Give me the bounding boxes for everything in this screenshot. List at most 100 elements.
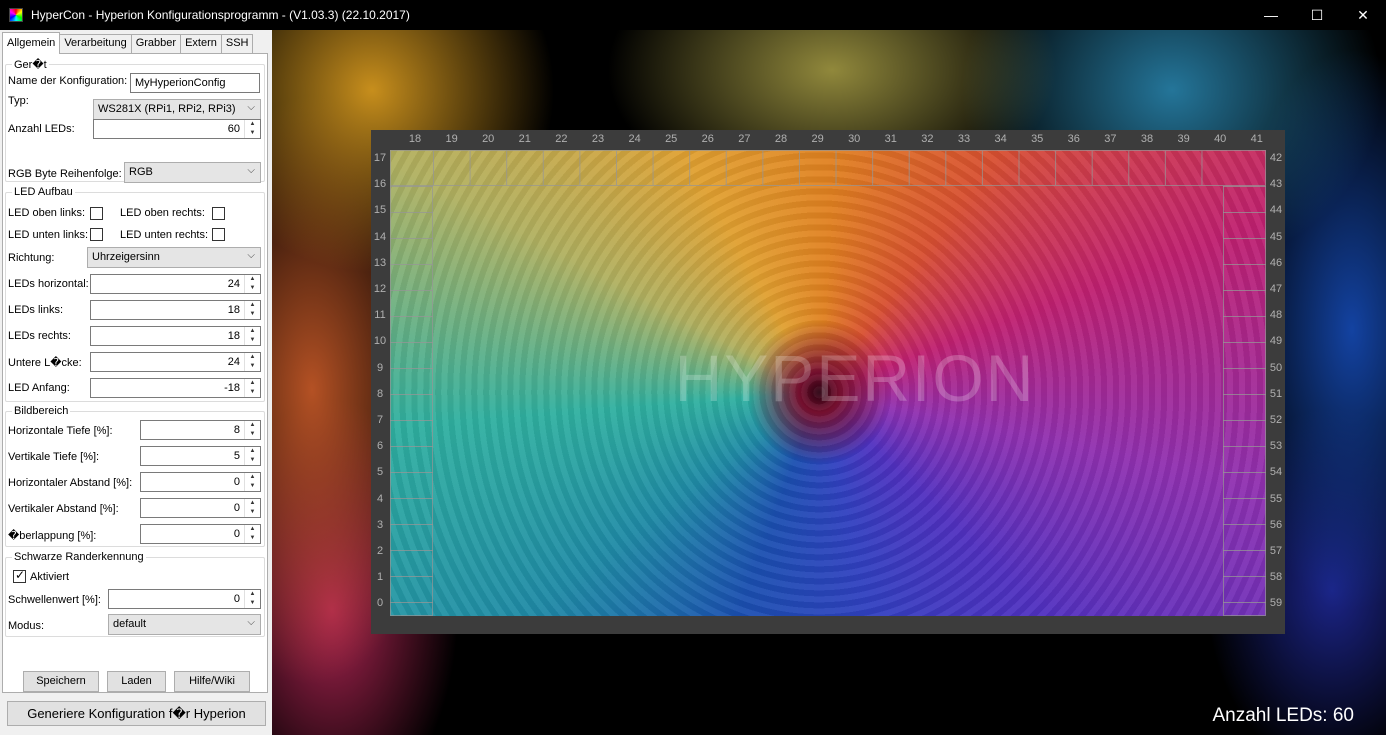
type-select[interactable]: WS281X (RPi1, RPi2, RPi3) ⌵ [93,99,261,120]
h-gap-label: Horizontaler Abstand [%]: [8,477,133,489]
led-index-label: 51 [1269,387,1283,400]
tab-extern[interactable]: Extern [180,34,222,53]
spin-down-icon[interactable]: ▼ [245,310,260,319]
led-grid-left [390,186,433,616]
led-index-label: 28 [774,133,788,145]
spin-up-icon[interactable]: ▲ [245,590,260,599]
h-gap-spinner[interactable]: 0 ▲ ▼ [140,472,261,492]
led-index-label: 32 [921,133,934,145]
h-depth-value: 8 [233,424,240,436]
spin-up-icon[interactable]: ▲ [245,327,260,336]
h-gap-value: 0 [233,476,240,488]
close-button[interactable]: ✕ [1340,0,1386,30]
led-index-label: 0 [376,597,384,610]
led-index-label: 17 [373,152,387,164]
help-wiki-button[interactable]: Hilfe/Wiki [174,671,250,692]
spin-up-icon[interactable]: ▲ [245,301,260,310]
leds-left-spinner[interactable]: 18 ▲ ▼ [90,300,261,320]
spin-down-icon[interactable]: ▼ [245,430,260,439]
generate-config-button[interactable]: Generiere Konfiguration f�r Hyperion [7,701,266,726]
spin-down-icon[interactable]: ▼ [245,599,260,608]
led-count-spinner[interactable]: 60 ▲ ▼ [93,119,261,139]
mode-value: default [113,618,147,630]
spin-down-icon[interactable]: ▼ [245,284,260,293]
led-index-label: 6 [376,440,384,453]
led-index-label: 29 [811,133,824,145]
spin-up-icon[interactable]: ▲ [245,120,260,129]
led-index-label: 2 [376,545,384,557]
spin-up-icon[interactable]: ▲ [245,421,260,430]
bottom-right-checkbox[interactable] [212,228,225,241]
bottom-left-label: LED unten links: [8,229,89,241]
led-index-label: 47 [1269,283,1283,295]
config-name-input[interactable]: MyHyperionConfig [130,73,260,93]
save-button[interactable]: Speichern [23,671,99,692]
led-index-label: 14 [373,230,387,243]
spin-up-icon[interactable]: ▲ [245,447,260,456]
tab-grabber[interactable]: Grabber [130,34,182,53]
leds-horizontal-value: 24 [227,278,240,290]
leds-right-spinner[interactable]: 18 ▲ ▼ [90,326,261,346]
bottom-gap-label: Untere L�cke: [8,357,82,369]
rgb-order-select[interactable]: RGB ⌵ [124,162,261,183]
tab-pane-allgemein: Ger�t Name der Konfiguration: MyHyperion… [2,53,268,693]
maximize-button[interactable]: ☐ [1294,0,1340,30]
led-index-label: 23 [591,133,605,145]
bottom-gap-spinner[interactable]: 24 ▲ ▼ [90,352,261,372]
mode-select[interactable]: default ⌵ [108,614,261,635]
led-index-label: 37 [1104,133,1117,145]
led-grid-right [1223,186,1266,616]
threshold-label: Schwellenwert [%]: [8,594,101,606]
led-index-label: 13 [373,256,387,269]
spin-down-icon[interactable]: ▼ [245,508,260,517]
spin-down-icon[interactable]: ▼ [245,129,260,138]
spin-up-icon[interactable]: ▲ [245,353,260,362]
mode-label: Modus: [8,620,45,632]
v-depth-spinner[interactable]: 5 ▲ ▼ [140,446,261,466]
led-start-label: LED Anfang: [8,382,70,394]
led-index-label: 55 [1269,492,1283,505]
bottom-left-checkbox[interactable] [90,228,103,241]
spin-up-icon[interactable]: ▲ [245,499,260,508]
screen-frame: HYPERION 18 19 20 21 22 23 24 25 26 27 28 29 30 31 32 3… [371,130,1285,634]
top-left-checkbox[interactable] [90,207,103,220]
led-count-value: 60 [227,123,240,135]
tab-allgemein[interactable]: Allgemein [2,32,61,54]
overlap-spinner[interactable]: 0 ▲ ▼ [140,524,261,544]
spin-down-icon[interactable]: ▼ [245,362,260,371]
direction-value: Uhrzeigersinn [92,251,160,263]
spin-up-icon[interactable]: ▲ [245,473,260,482]
leds-horizontal-spinner[interactable]: 24 ▲ ▼ [90,274,261,294]
led-start-spinner[interactable]: -18 ▲ ▼ [90,378,261,398]
spin-up-icon[interactable]: ▲ [245,379,260,388]
top-right-checkbox[interactable] [212,207,225,220]
spin-up-icon[interactable]: ▲ [245,275,260,284]
tab-verarbeitung[interactable]: Verarbeitung [59,34,132,53]
h-depth-spinner[interactable]: 8 ▲ ▼ [140,420,261,440]
minimize-button[interactable]: — [1248,0,1294,30]
led-index-label: 8 [376,387,384,400]
led-index-label: 50 [1269,361,1283,374]
led-index-label: 38 [1140,133,1154,145]
type-select-value: WS281X (RPi1, RPi2, RPi3) [98,103,236,115]
led-index-label: 18 [408,133,422,145]
spin-down-icon[interactable]: ▼ [245,482,260,491]
blackborder-enabled-checkbox[interactable] [13,568,26,583]
spin-down-icon[interactable]: ▼ [245,534,260,543]
tab-ssh[interactable]: SSH [220,34,254,53]
spin-up-icon[interactable]: ▲ [245,525,260,534]
leds-left-value: 18 [227,304,240,316]
threshold-spinner[interactable]: 0 ▲ ▼ [108,589,261,609]
led-index-label: 33 [957,133,971,145]
led-index-label: 1 [376,571,384,584]
load-button[interactable]: Laden [107,671,166,692]
v-gap-spinner[interactable]: 0 ▲ ▼ [140,498,261,518]
spin-down-icon[interactable]: ▼ [245,388,260,397]
direction-select[interactable]: Uhrzeigersinn ⌵ [87,247,261,268]
config-panel: Allgemein Verarbeitung Grabber Extern SS… [0,30,272,735]
spin-down-icon[interactable]: ▼ [245,336,260,345]
led-index-label: 31 [884,133,897,145]
top-right-label: LED oben rechts: [120,207,205,219]
threshold-value: 0 [233,593,240,605]
spin-down-icon[interactable]: ▼ [245,456,260,465]
